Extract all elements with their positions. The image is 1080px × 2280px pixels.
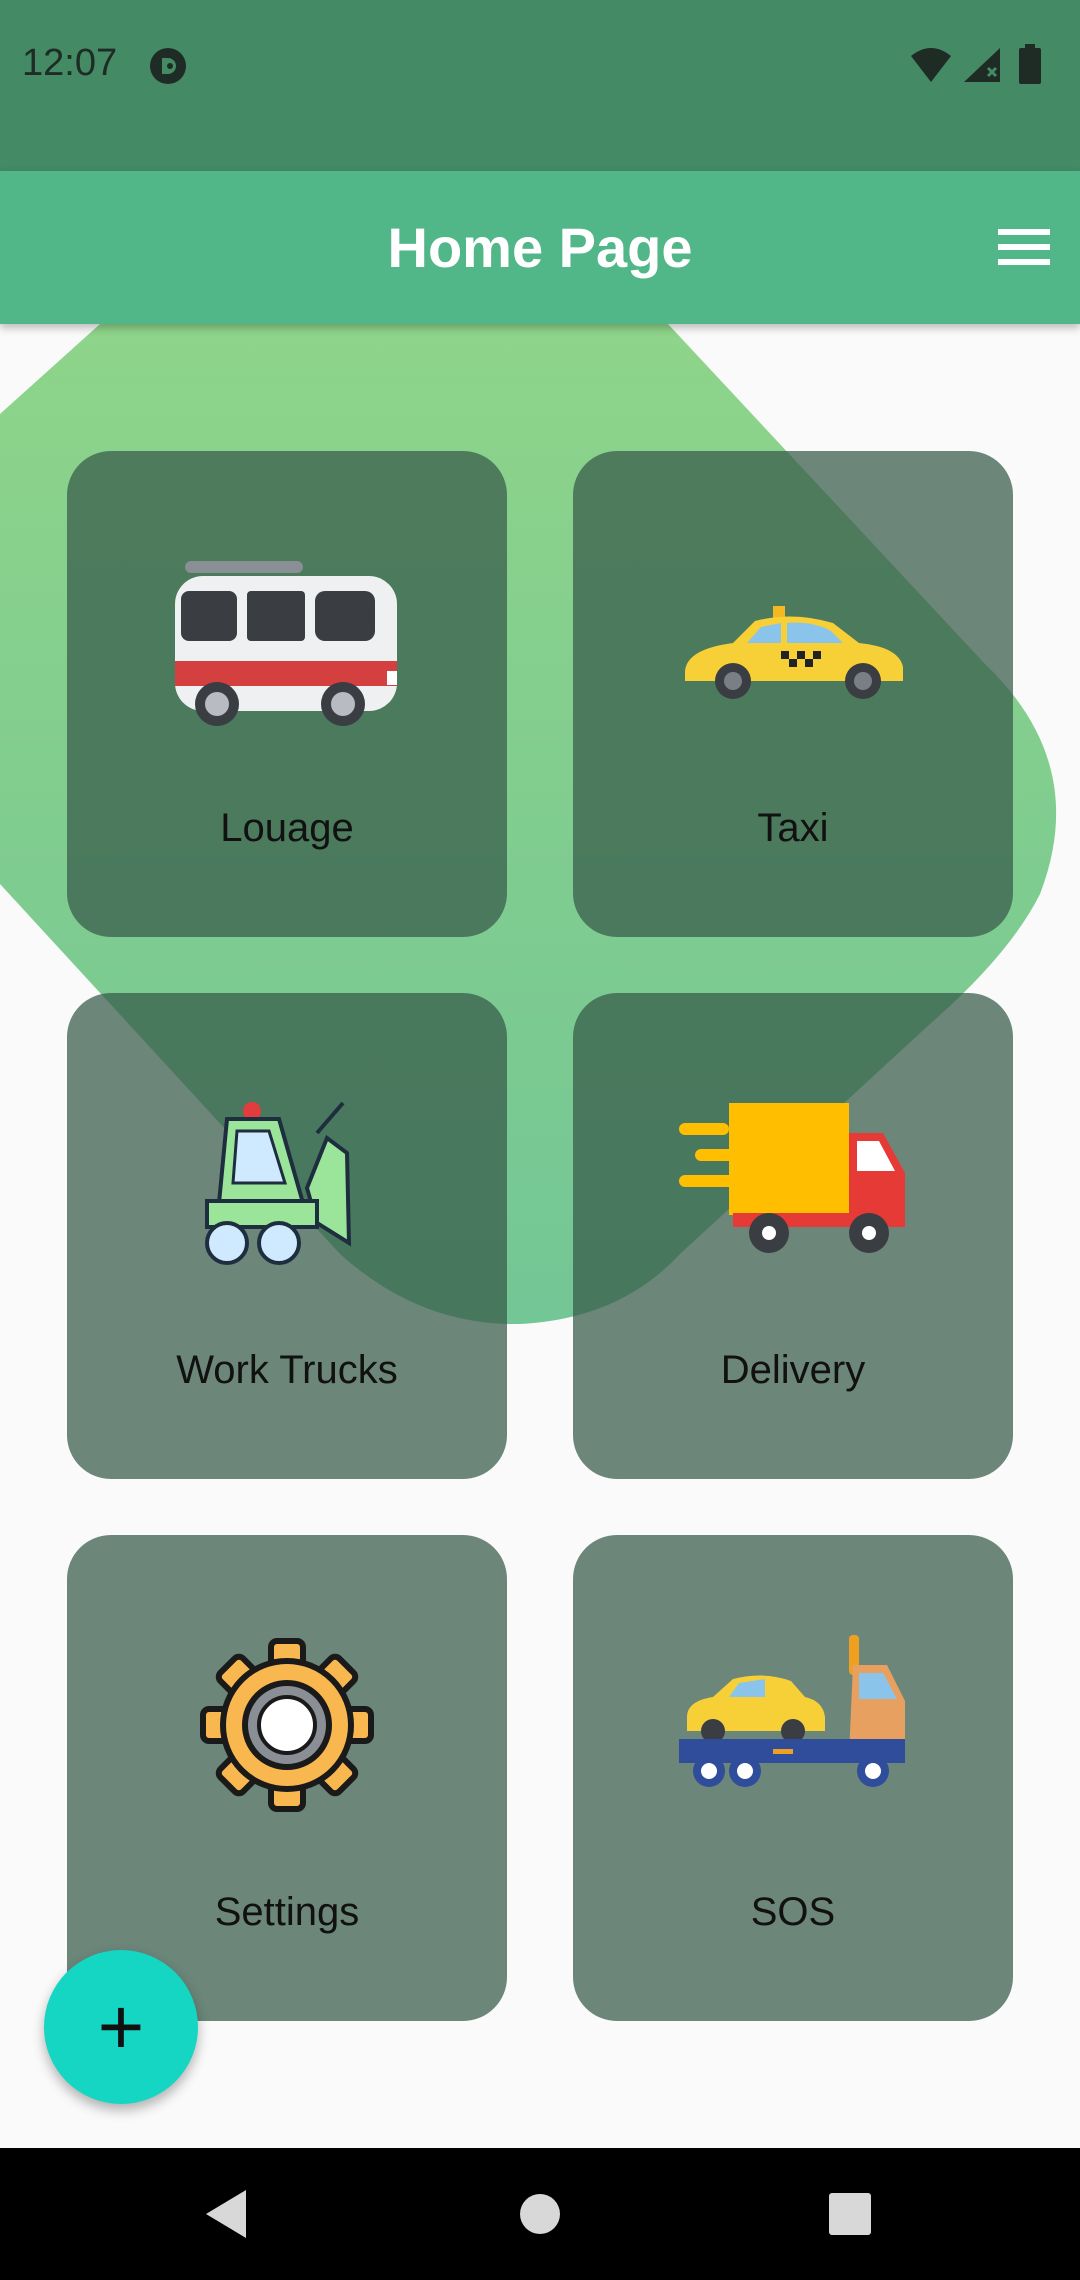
card-label: Work Trucks bbox=[176, 1348, 398, 1392]
battery-icon bbox=[1019, 44, 1041, 84]
card-label: Delivery bbox=[720, 1348, 866, 1392]
plus-icon: + bbox=[97, 1982, 145, 2071]
card-settings[interactable]: Settings bbox=[67, 1535, 507, 2021]
app-notification-icon bbox=[150, 48, 186, 84]
status-bar: 12:07 bbox=[0, 0, 1080, 171]
card-label: Settings bbox=[214, 1890, 360, 1934]
delivery-truck-icon bbox=[573, 1093, 1013, 1283]
recents-icon[interactable] bbox=[812, 2176, 888, 2252]
tow-truck-icon bbox=[573, 1635, 1013, 1825]
card-label: SOS bbox=[750, 1890, 836, 1934]
card-louage[interactable]: Louage bbox=[67, 451, 507, 937]
hamburger-menu-icon[interactable] bbox=[988, 211, 1060, 283]
gear-icon bbox=[67, 1635, 507, 1825]
app-bar: Home Page bbox=[0, 171, 1080, 324]
system-nav-bar bbox=[0, 2148, 1080, 2280]
minibus-icon bbox=[67, 551, 507, 741]
page-title: Home Page bbox=[387, 216, 693, 279]
status-time: 12:07 bbox=[22, 42, 118, 84]
status-icons bbox=[910, 44, 1060, 86]
back-icon[interactable] bbox=[188, 2176, 264, 2252]
card-work-trucks[interactable]: Work Trucks bbox=[67, 993, 507, 1479]
card-taxi[interactable]: Taxi bbox=[573, 451, 1013, 937]
card-sos[interactable]: SOS bbox=[573, 1535, 1013, 2021]
card-label: Taxi bbox=[757, 806, 829, 850]
wifi-icon bbox=[911, 48, 951, 82]
add-fab-button[interactable]: + bbox=[44, 1950, 198, 2104]
taxi-icon bbox=[573, 551, 1013, 741]
cell-signal-icon bbox=[964, 48, 1000, 82]
home-icon[interactable] bbox=[502, 2176, 578, 2252]
bulldozer-icon bbox=[67, 1093, 507, 1283]
card-delivery[interactable]: Delivery bbox=[573, 993, 1013, 1479]
card-label: Louage bbox=[220, 806, 354, 850]
